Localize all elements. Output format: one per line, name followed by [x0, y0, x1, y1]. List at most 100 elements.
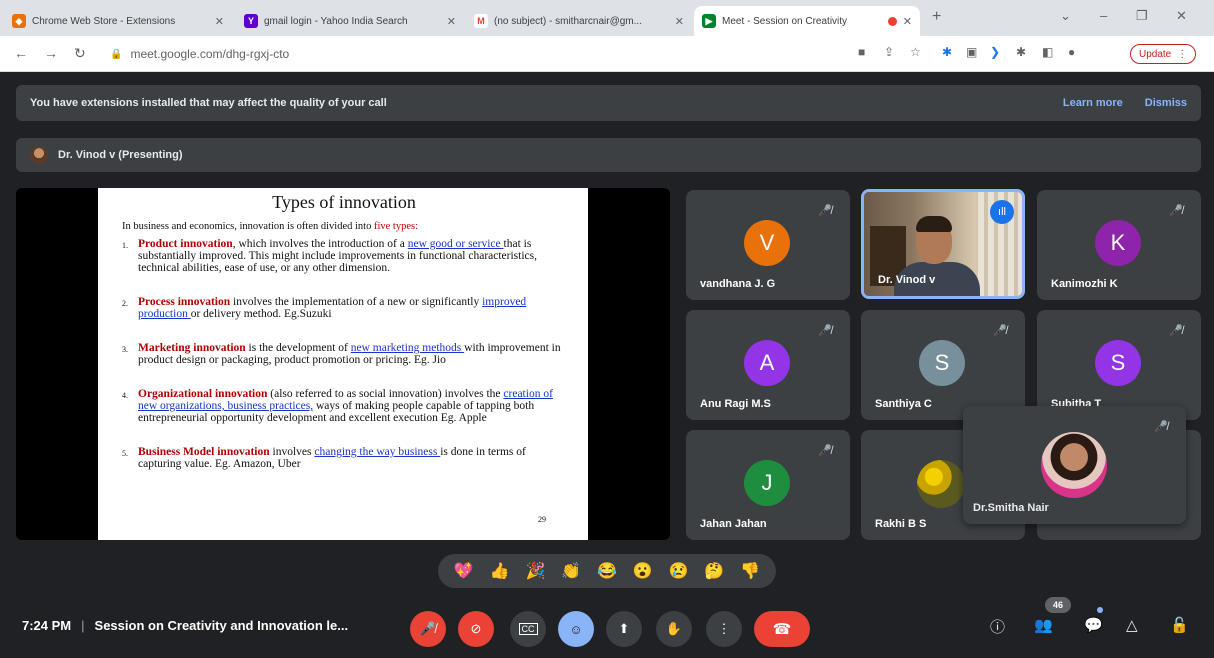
tab-label: gmail login - Yahoo India Search — [264, 15, 408, 27]
heart-reaction-icon[interactable]: 💖 — [454, 561, 474, 581]
extension-icon[interactable]: ▣ — [966, 45, 977, 59]
presenter-bar: Dr. Vinod v (Presenting) — [16, 138, 1201, 172]
side-panel-icon[interactable]: ◧ — [1042, 45, 1053, 59]
yahoo-icon: Y — [244, 14, 258, 28]
mic-off-icon: 🎤̸ — [1169, 205, 1183, 217]
participant-tile[interactable]: 🎤̸ K Kanimozhi K — [1037, 190, 1201, 300]
party-reaction-icon[interactable]: 🎉 — [525, 561, 545, 581]
laugh-reaction-icon[interactable]: 😂 — [597, 561, 617, 581]
self-view-tile[interactable]: 🎤̸ Dr.Smitha Nair — [963, 406, 1186, 524]
close-tab-icon[interactable]: ✕ — [215, 15, 224, 28]
thumbs-down-reaction-icon[interactable]: 👎 — [740, 561, 760, 581]
participant-tile[interactable]: 🎤̸ V vandhana J. G — [686, 190, 850, 300]
present-button[interactable]: ⬆ — [606, 611, 642, 647]
address-bar[interactable]: 🔒 meet.google.com/dhg-rgxj-cto — [110, 43, 850, 65]
thinking-reaction-icon[interactable]: 🤔 — [704, 561, 724, 581]
back-icon[interactable]: ← — [14, 45, 28, 61]
close-window-icon[interactable]: ✕ — [1176, 8, 1187, 24]
close-tab-icon[interactable]: ✕ — [675, 15, 684, 28]
presenter-avatar — [30, 146, 48, 164]
profile-avatar-icon[interactable]: ● — [1068, 45, 1075, 59]
present-screen-icon: ⬆ — [618, 621, 630, 636]
tab-gmail[interactable]: M (no subject) - smitharcnair@gm... ✕ — [466, 6, 692, 36]
more-options-button[interactable]: ⋮ — [706, 611, 742, 647]
tab-yahoo-search[interactable]: Y gmail login - Yahoo India Search ✕ — [236, 6, 464, 36]
gmail-icon: M — [474, 14, 488, 28]
close-tab-icon[interactable]: ✕ — [903, 15, 912, 28]
chrome-web-store-icon: ◆ — [12, 14, 26, 28]
participant-tile[interactable]: 🎤̸ S Subitha T — [1037, 310, 1201, 420]
share-icon[interactable]: ⇪ — [884, 45, 894, 59]
mic-off-icon: 🎤̸ — [1169, 325, 1183, 337]
participant-tile[interactable]: 🎤̸ A Anu Ragi M.S — [686, 310, 850, 420]
surprised-reaction-icon[interactable]: 😮 — [633, 561, 653, 581]
reactions-bar: 💖 👍 🎉 👏 😂 😮 😢 🤔 👎 — [438, 554, 776, 588]
tab-label: Chrome Web Store - Extensions — [32, 15, 176, 27]
participant-tile-active-speaker[interactable]: ıll Dr. Vinod v — [861, 189, 1025, 299]
camera-toggle-button[interactable]: ⊘ — [458, 611, 494, 647]
reload-icon[interactable]: ↻ — [74, 45, 86, 62]
forward-icon[interactable]: → — [44, 45, 58, 61]
more-vert-icon: ⋮ — [717, 621, 731, 636]
learn-more-link[interactable]: Learn more — [1063, 97, 1123, 109]
meeting-controls-bar: 7:24 PM | Session on Creativity and Inno… — [0, 597, 1214, 658]
more-menu-icon: ⋮ — [1177, 48, 1188, 60]
slide-list-item: 1. Product innovation, which involves th… — [122, 238, 538, 274]
mic-off-icon: 🎤̸ — [818, 205, 832, 217]
leave-call-button[interactable]: ☎ — [754, 611, 810, 647]
reactions-button[interactable]: ☺ — [558, 611, 594, 647]
tab-meet[interactable]: ▶ Meet - Session on Creativity ✕ — [694, 6, 920, 36]
dismiss-button[interactable]: Dismiss — [1145, 97, 1187, 109]
extension-icon[interactable]: ✱ — [942, 45, 952, 59]
clap-reaction-icon[interactable]: 👏 — [561, 561, 581, 581]
tab-label: (no subject) - smitharcnair@gm... — [494, 15, 642, 27]
close-tab-icon[interactable]: ✕ — [447, 15, 456, 28]
restore-icon[interactable]: ❐ — [1136, 8, 1148, 24]
captions-button[interactable]: CC — [510, 611, 546, 647]
raise-hand-button[interactable]: ✋ — [656, 611, 692, 647]
mic-off-icon: 🎤̸ — [818, 445, 832, 457]
presentation-slide: Types of innovation In business and econ… — [98, 188, 588, 540]
sad-reaction-icon[interactable]: 😢 — [669, 561, 689, 581]
tab-search-icon[interactable]: ⌄ — [1060, 8, 1071, 24]
host-controls-lock-icon[interactable]: 🔓 — [1170, 616, 1189, 634]
people-icon[interactable]: 👥 — [1034, 616, 1053, 634]
bookmark-star-icon[interactable]: ☆ — [910, 45, 921, 59]
recording-dot-icon — [887, 16, 897, 26]
meeting-info: 7:24 PM | Session on Creativity and Inno… — [22, 618, 349, 633]
participant-tile[interactable]: 🎤̸ S Santhiya C — [861, 310, 1025, 420]
slide-intro: In business and economics, innovation is… — [122, 221, 418, 232]
captions-icon: CC — [518, 623, 538, 635]
participant-name: Anu Ragi M.S — [700, 398, 771, 410]
camera-in-use-icon[interactable]: ■ — [858, 45, 865, 59]
phone-hangup-icon: ☎ — [772, 621, 792, 638]
mic-off-icon: 🎤̸ — [1154, 421, 1168, 433]
participant-name: vandhana J. G — [700, 278, 776, 290]
chat-icon[interactable]: 💬 — [1084, 616, 1103, 634]
meeting-title: Session on Creativity and Innovation le.… — [94, 618, 349, 633]
avatar: K — [1095, 220, 1141, 266]
participant-tile[interactable]: 🎤̸ J Jahan Jahan — [686, 430, 850, 540]
presentation-area: Types of innovation In business and econ… — [16, 188, 670, 540]
participant-name: Kanimozhi K — [1051, 278, 1118, 290]
meeting-details-info-icon[interactable]: ⓘ — [990, 616, 1005, 637]
unread-indicator — [1097, 607, 1103, 613]
slide-list-item: 3. Marketing innovation is the developme… — [122, 342, 561, 366]
extensions-puzzle-icon[interactable]: ✱ — [1016, 45, 1026, 59]
emoji-icon: ☺ — [569, 621, 583, 637]
mic-off-icon: 🎤̸ — [818, 325, 832, 337]
minimize-icon[interactable]: – — [1100, 8, 1107, 23]
slide-list-item: 4. Organizational innovation (also refer… — [122, 388, 553, 424]
extension-icon[interactable]: ❯ — [990, 45, 1000, 59]
speaking-indicator-icon: ıll — [990, 200, 1014, 224]
new-tab-icon[interactable]: + — [932, 8, 941, 26]
participant-name: Dr. Vinod v — [878, 274, 936, 286]
activities-icon[interactable]: △ — [1126, 616, 1138, 634]
update-button[interactable]: Update ⋮ — [1130, 44, 1197, 64]
tab-chrome-web-store[interactable]: ◆ Chrome Web Store - Extensions ✕ — [4, 6, 232, 36]
slide-page-number: 29 — [538, 515, 546, 524]
mic-toggle-button[interactable]: 🎤̸ — [410, 611, 446, 647]
participant-name: Rakhi B S — [875, 518, 927, 530]
thumbs-up-reaction-icon[interactable]: 👍 — [490, 561, 510, 581]
avatar: V — [744, 220, 790, 266]
